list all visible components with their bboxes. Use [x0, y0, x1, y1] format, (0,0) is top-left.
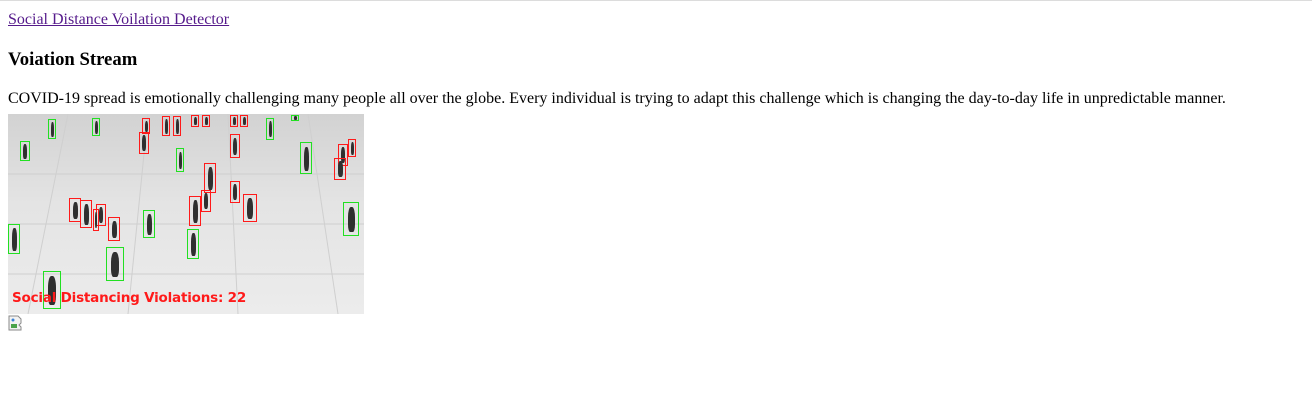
person-figure [204, 193, 208, 210]
person-figure [99, 207, 103, 224]
violation-box [201, 190, 211, 212]
person-figure [146, 214, 152, 235]
title-link[interactable]: Social Distance Voilation Detector [8, 11, 229, 29]
safe-box [143, 210, 155, 238]
person-figure [111, 220, 117, 239]
safe-box [187, 229, 199, 259]
person-figure [164, 119, 168, 134]
person-figure [207, 167, 213, 190]
safe-box [106, 247, 124, 281]
person-figure [268, 121, 272, 138]
violation-box [243, 194, 257, 222]
page-heading: Voiation Stream [8, 49, 138, 70]
violation-box [202, 115, 210, 127]
person-figure [232, 117, 236, 126]
safe-box [8, 224, 20, 254]
person-figure [178, 151, 182, 170]
page-content: Social Distance Voilation Detector Voiat… [0, 1, 1312, 331]
safe-box [48, 119, 56, 139]
violation-box [191, 115, 199, 127]
person-figure [94, 120, 98, 134]
safe-box [20, 141, 30, 161]
person-figure [204, 117, 208, 126]
person-figure [293, 116, 297, 120]
person-figure [347, 206, 355, 233]
person-figure [192, 200, 198, 223]
person-figure [50, 122, 54, 137]
description-text: COVID-19 spread is emotionally challengi… [8, 90, 1226, 107]
person-figure [242, 117, 246, 126]
person-figure [190, 233, 196, 256]
violation-stream-image: Social Distancing Violations: 22 [8, 114, 364, 314]
person-figure [350, 141, 354, 155]
person-figure [175, 119, 179, 134]
violation-box [230, 134, 240, 158]
violation-box [173, 116, 181, 136]
safe-box [300, 142, 312, 174]
violation-box [93, 209, 99, 231]
person-figure [95, 212, 97, 229]
person-figure [23, 144, 27, 159]
person-figure [72, 201, 78, 220]
safe-box [291, 115, 299, 121]
person-figure [337, 161, 343, 178]
person-figure [247, 198, 253, 219]
violation-box [230, 181, 240, 203]
person-figure [11, 228, 17, 251]
person-figure [233, 137, 237, 156]
violation-box [162, 116, 170, 136]
violation-box [80, 200, 92, 228]
person-figure [111, 251, 119, 278]
violation-box [189, 196, 201, 226]
violation-box [240, 115, 248, 127]
violation-box [204, 163, 216, 193]
person-figure [233, 184, 237, 201]
safe-box [343, 202, 359, 236]
person-figure [144, 120, 148, 132]
violation-box [348, 139, 356, 157]
person-figure [83, 204, 89, 225]
safe-box [92, 118, 100, 136]
person-figure [193, 117, 197, 126]
person-figure [303, 146, 309, 171]
safe-box [266, 118, 274, 140]
violation-box [139, 132, 149, 154]
violation-box [108, 217, 120, 241]
violation-box [334, 158, 346, 180]
safe-box [176, 148, 184, 172]
violation-box [142, 118, 150, 134]
violation-box [230, 115, 238, 127]
person-figure [142, 135, 146, 152]
violations-count-overlay: Social Distancing Violations: 22 [12, 290, 247, 306]
broken-image-icon [8, 315, 24, 331]
